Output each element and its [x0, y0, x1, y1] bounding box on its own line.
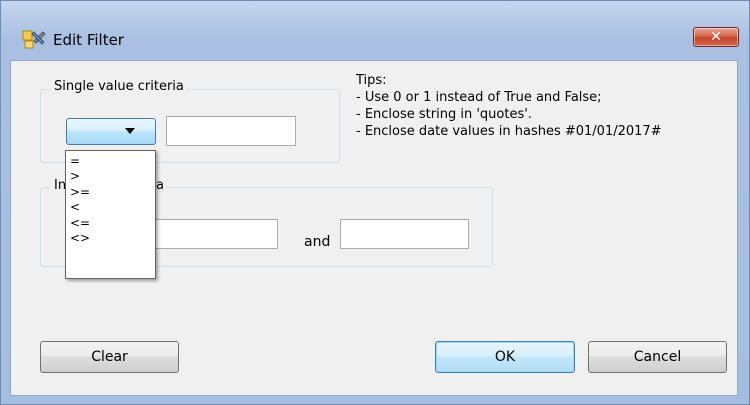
tip-line: - Enclose date values in hashes #01/01/2…	[356, 124, 662, 139]
chevron-down-icon	[125, 128, 135, 134]
operator-option-gt[interactable]: >	[66, 169, 155, 184]
interval-from-input[interactable]	[146, 219, 278, 249]
operator-combo[interactable]	[66, 118, 156, 145]
filter-edit-icon	[22, 30, 46, 49]
cancel-button[interactable]: Cancel	[588, 341, 727, 373]
title-bar[interactable]: Edit Filter ✕	[1, 1, 749, 49]
single-value-input[interactable]	[166, 116, 296, 146]
operator-option-lte[interactable]: <=	[66, 216, 155, 231]
and-label: and	[304, 234, 331, 250]
clear-button[interactable]: Clear	[40, 341, 179, 373]
clear-button-label: Clear	[91, 349, 128, 365]
cancel-button-label: Cancel	[633, 349, 682, 365]
window-title: Edit Filter	[53, 31, 124, 49]
tip-line: - Enclose string in 'quotes'.	[356, 107, 532, 122]
tips-panel: Tips: - Use 0 or 1 instead of True and F…	[356, 72, 662, 140]
tips-heading: Tips:	[356, 73, 387, 88]
single-value-group-label: Single value criteria	[51, 79, 187, 94]
ok-button[interactable]: OK	[435, 341, 575, 373]
operator-option-neq[interactable]: <>	[66, 231, 155, 246]
operator-option-eq[interactable]: =	[66, 154, 155, 169]
ok-button-label: OK	[494, 349, 516, 365]
operator-dropdown-list[interactable]: = > >= < <= <>	[65, 150, 156, 279]
tip-line: - Use 0 or 1 instead of True and False;	[356, 90, 602, 105]
edit-filter-window: Edit Filter ✕ Single value criteria In a…	[0, 0, 750, 405]
close-button[interactable]: ✕	[693, 27, 739, 47]
operator-option-lt[interactable]: <	[66, 200, 155, 215]
close-icon: ✕	[710, 29, 722, 45]
operator-option-gte[interactable]: >=	[66, 185, 155, 200]
interval-to-input[interactable]	[340, 219, 469, 249]
